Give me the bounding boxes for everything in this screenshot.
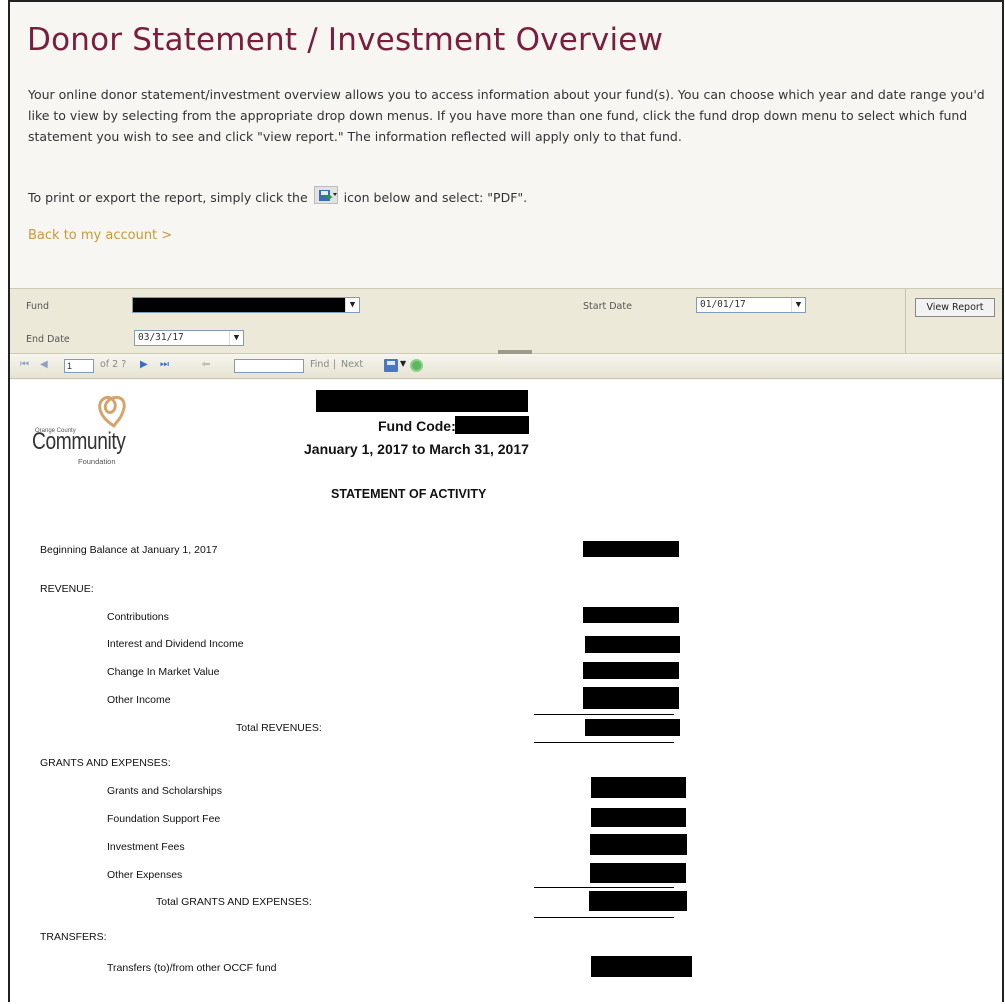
redacted-interest-dividend	[585, 636, 680, 653]
market-value-label: Change In Market Value	[107, 666, 220, 678]
toolbar-separator: |	[333, 359, 337, 370]
find-next-link[interactable]: Next	[341, 359, 363, 370]
redacted-beginning-balance	[583, 541, 679, 557]
find-input[interactable]	[234, 359, 304, 373]
find-link[interactable]: Find	[310, 359, 329, 370]
browser-frame: Donor Statement / Investment Overview Yo…	[8, 0, 1004, 1004]
beginning-balance-label: Beginning Balance at January 1, 2017	[40, 544, 218, 556]
report-toolbar: ⏮ ◀ of 2 ? ▶ ⏭ ⇦ Find | Next ▼	[10, 354, 1002, 379]
print-instructions: To print or export the report, simply cl…	[28, 186, 527, 205]
redacted-fund-name	[316, 390, 528, 412]
chevron-down-icon: ▼	[345, 298, 359, 312]
export-icon-inline	[313, 186, 338, 204]
redacted-investment-fees	[590, 834, 687, 855]
last-page-icon[interactable]: ⏭	[160, 359, 169, 370]
logo-main-text: Community	[32, 428, 126, 455]
investment-fees-label: Investment Fees	[107, 841, 185, 853]
chevron-down-icon: ▼	[229, 331, 243, 345]
grants-scholarships-label: Grants and Scholarships	[107, 785, 222, 797]
end-date-select[interactable]: 03/31/17 ▼	[134, 330, 244, 346]
statement-date-range: January 1, 2017 to March 31, 2017	[304, 441, 529, 457]
redacted-total-grants	[589, 891, 687, 911]
start-date-label: Start Date	[583, 301, 632, 312]
next-page-icon[interactable]: ▶	[140, 359, 148, 370]
redacted-grants-scholarships	[591, 777, 686, 798]
page-count-label: of 2 ?	[100, 359, 127, 370]
view-report-button[interactable]: View Report	[915, 298, 995, 317]
start-date-value: 01/01/17	[700, 299, 746, 310]
start-date-select[interactable]: 01/01/17 ▼	[696, 297, 806, 313]
redacted-other-expenses	[590, 863, 686, 883]
intro-section: Donor Statement / Investment Overview Yo…	[10, 2, 1002, 288]
redacted-contributions	[583, 607, 679, 623]
grants-expenses-header: GRANTS AND EXPENSES:	[40, 757, 171, 769]
back-to-account-link[interactable]: Back to my account >	[28, 228, 172, 243]
export-dropdown-icon[interactable]: ▼	[400, 359, 406, 368]
logo-loop-icon	[98, 395, 126, 428]
total-grants-expenses-label: Total GRANTS AND EXPENSES:	[156, 896, 312, 908]
fund-label: Fund	[26, 301, 50, 312]
total-revenues-label: Total REVENUES:	[236, 722, 322, 734]
back-arrow-icon[interactable]: ⇦	[202, 359, 210, 370]
redacted-other-income	[583, 687, 679, 709]
redacted-transfers	[591, 956, 692, 977]
end-date-value: 03/31/17	[138, 332, 184, 343]
chevron-down-icon: ▼	[791, 298, 805, 312]
rule-below-total-revenues	[534, 742, 674, 743]
refresh-icon[interactable]	[410, 359, 423, 372]
transfers-header: TRANSFERS:	[40, 931, 107, 943]
previous-page-icon[interactable]: ◀	[40, 359, 48, 370]
foundation-logo: Orange County Community Foundation	[32, 392, 152, 466]
redacted-fund-code	[455, 416, 529, 434]
page-number-input[interactable]	[64, 359, 94, 373]
fund-code-label: Fund Code:	[378, 418, 456, 434]
report-parameters-bar: Fund ▼ Start Date 01/01/17 ▼ End Date 03…	[10, 288, 1002, 355]
redacted-market-value	[583, 662, 679, 679]
export-icon[interactable]	[384, 359, 398, 372]
rule-above-total-grants	[534, 887, 674, 888]
other-income-label: Other Income	[107, 694, 171, 706]
logo-sub-text: Foundation	[78, 457, 116, 466]
print-instructions-before: To print or export the report, simply cl…	[28, 190, 308, 205]
report-body: Orange County Community Foundation Fund …	[10, 380, 1002, 1004]
redacted-total-revenues	[585, 719, 680, 736]
transfers-label: Transfers (to)/from other OCCF fund	[107, 962, 277, 974]
page-description: Your online donor statement/investment o…	[28, 87, 985, 144]
fund-select[interactable]: ▼	[132, 297, 360, 313]
support-fee-label: Foundation Support Fee	[107, 813, 221, 825]
contributions-label: Contributions	[107, 611, 169, 623]
statement-title: STATEMENT OF ACTIVITY	[331, 487, 487, 501]
page-title: Donor Statement / Investment Overview	[27, 22, 664, 58]
params-divider	[905, 289, 906, 353]
other-expenses-label: Other Expenses	[107, 869, 183, 881]
end-date-label: End Date	[26, 334, 70, 345]
rule-below-total-grants	[534, 917, 674, 918]
redacted-support-fee	[591, 808, 686, 827]
first-page-icon[interactable]: ⏮	[20, 359, 29, 370]
revenue-header: REVENUE:	[40, 583, 94, 595]
interest-dividend-label: Interest and Dividend Income	[107, 638, 244, 650]
print-instructions-after: icon below and select: "PDF".	[343, 190, 528, 205]
rule-above-total-revenues	[534, 714, 674, 715]
